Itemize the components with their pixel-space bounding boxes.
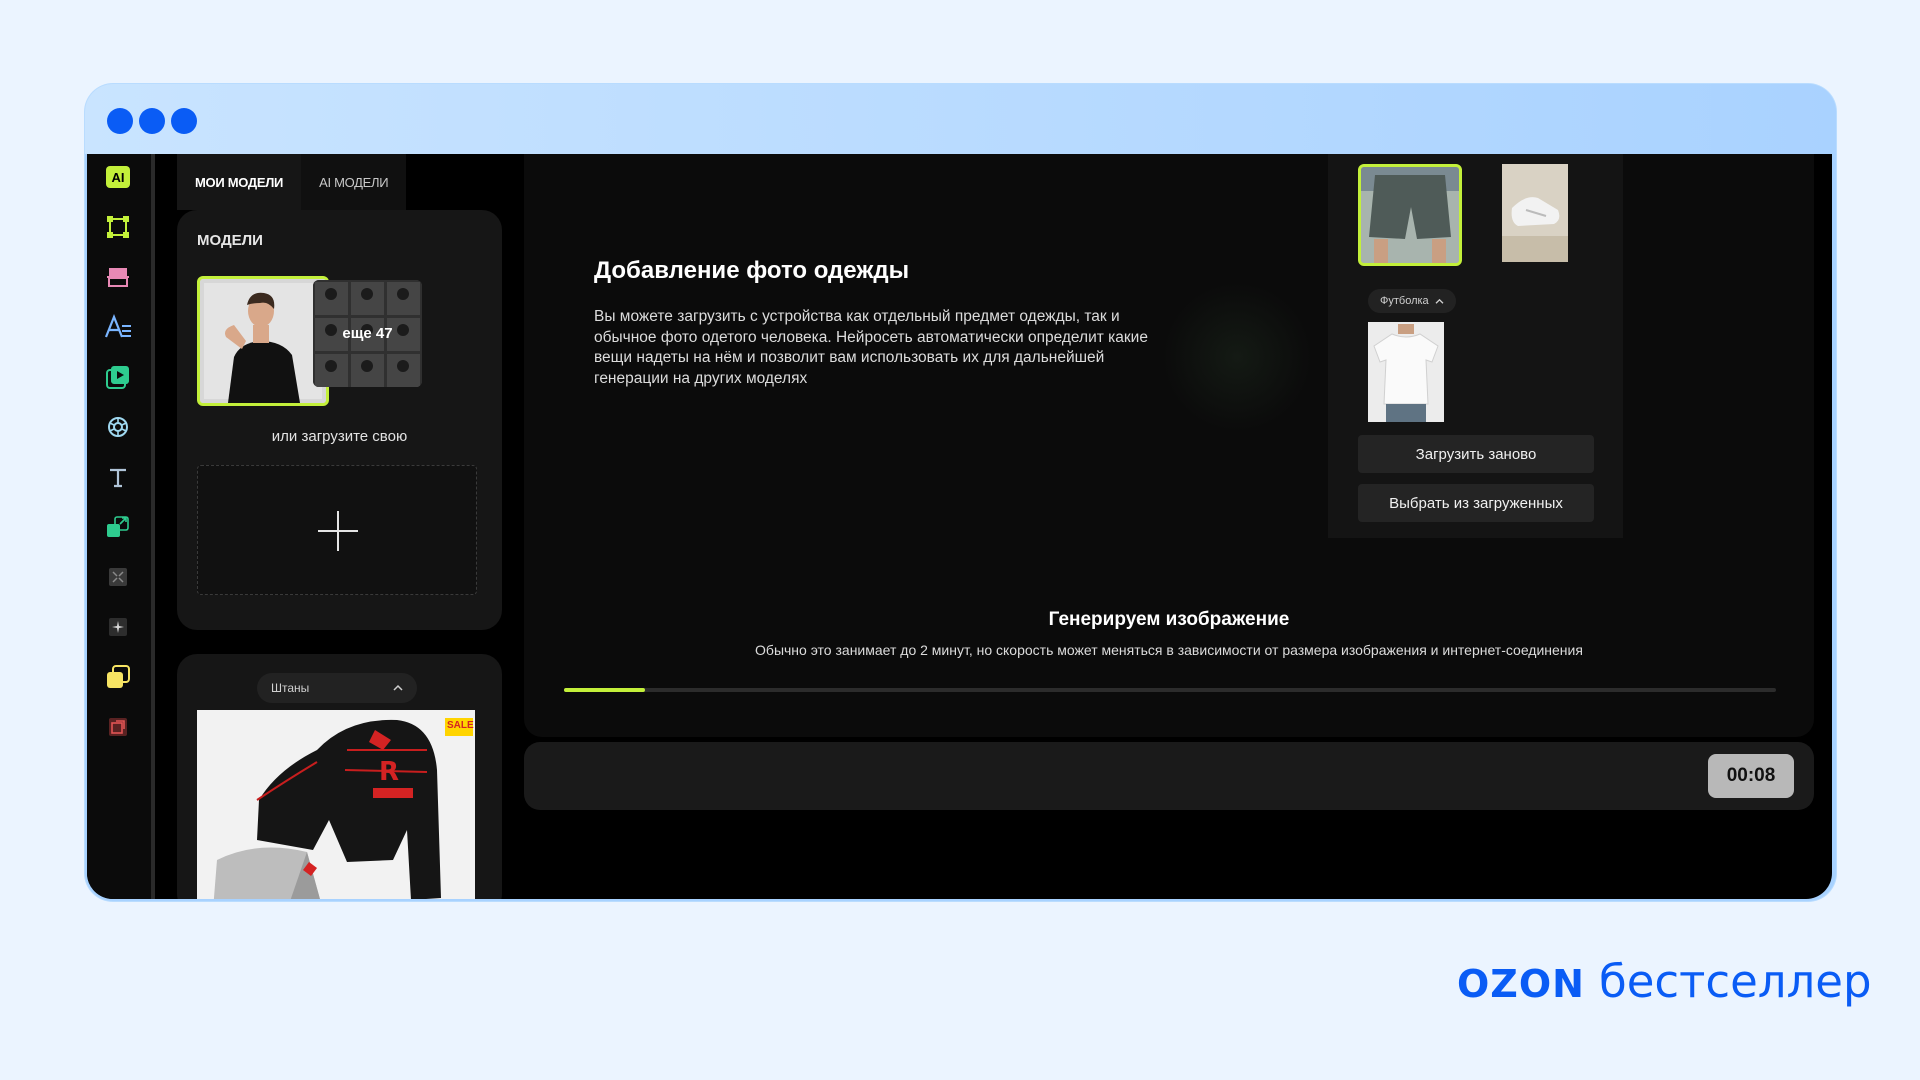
generating-title: Генерируем изображение xyxy=(1048,609,1290,630)
ozon-logo-text: OZON xyxy=(1457,962,1585,1006)
resize-icon[interactable] xyxy=(103,512,133,542)
reupload-button[interactable]: Загрузить заново xyxy=(1358,435,1594,473)
tab-my-models[interactable]: МОИ МОДЕЛИ xyxy=(177,154,302,210)
tab-ai-models[interactable]: AI МОДЕЛИ xyxy=(301,154,407,210)
garment-type-dropdown[interactable]: Штаны xyxy=(257,673,417,703)
ai-logo-icon[interactable]: AI xyxy=(103,162,133,192)
upload-own-label: или загрузите свою xyxy=(271,428,408,445)
detected-item-tshirt[interactable] xyxy=(1368,322,1444,422)
garment-chip-label: Футболка xyxy=(1380,295,1429,307)
ai-logo-label: AI xyxy=(106,166,130,188)
generation-progress-bar xyxy=(564,688,1776,692)
expand-icon[interactable] xyxy=(103,562,133,592)
app-window: AI МОИ МОДЕЛИ AI МОДЕЛИ МОДЕЛИ еще 47 ил… xyxy=(85,84,1836,901)
layout-icon[interactable] xyxy=(103,262,133,292)
models-panel: МОИ МОДЕЛИ AI МОДЕЛИ МОДЕЛИ еще 47 или з… xyxy=(177,154,502,899)
window-dot-close[interactable] xyxy=(107,108,133,134)
model-tabs: МОИ МОДЕЛИ AI МОДЕЛИ xyxy=(177,154,407,210)
upload-dropzone[interactable] xyxy=(197,465,477,595)
crop-icon[interactable] xyxy=(103,212,133,242)
elapsed-timer: 00:08 xyxy=(1708,754,1794,798)
openai-icon[interactable] xyxy=(103,412,133,442)
more-models-tile[interactable]: еще 47 xyxy=(313,280,422,387)
garment-type-label: Штаны xyxy=(271,681,310,695)
sparkle-icon[interactable] xyxy=(103,612,133,642)
sale-badge: SALE xyxy=(447,720,474,731)
main-content: Добавление фото одежды Вы можете загрузи… xyxy=(524,154,1814,737)
choose-uploaded-button[interactable]: Выбрать из загруженных xyxy=(1358,484,1594,522)
detected-item-sneakers[interactable] xyxy=(1502,164,1568,262)
page-description: Вы можете загрузить с устройства как отд… xyxy=(594,308,1148,387)
page-title: Добавление фото одежды xyxy=(594,257,910,284)
chevron-up-icon xyxy=(1435,298,1444,304)
svg-text:R: R xyxy=(379,757,399,787)
bottom-bar: 00:08 xyxy=(524,742,1814,810)
models-card: МОДЕЛИ еще 47 или загрузите свою xyxy=(177,210,502,630)
layers-icon[interactable] xyxy=(103,662,133,692)
model-thumbnail-selected[interactable] xyxy=(197,276,329,406)
chevron-up-icon xyxy=(393,684,403,691)
more-models-label: еще 47 xyxy=(342,325,393,342)
bestseller-logo-text: бестселлер xyxy=(1598,955,1872,1008)
detected-item-shorts[interactable] xyxy=(1358,164,1462,266)
ozon-bestseller-logo: OZON бестселлер xyxy=(1457,955,1872,1008)
garment-card: Штаны R SALE xyxy=(177,654,502,899)
garment-chip-tshirt[interactable]: Футболка xyxy=(1368,289,1456,313)
generating-subtitle: Обычно это занимает до 2 минут, но скоро… xyxy=(755,642,1583,658)
generation-progress-fill xyxy=(564,688,646,692)
window-dot-minimize[interactable] xyxy=(139,108,165,134)
window-dot-maximize[interactable] xyxy=(171,108,197,134)
models-heading: МОДЕЛИ xyxy=(197,232,263,249)
loading-glow xyxy=(1162,282,1312,432)
window-titlebar xyxy=(85,84,1836,154)
plus-icon xyxy=(318,511,358,551)
app-screen: AI МОИ МОДЕЛИ AI МОДЕЛИ МОДЕЛИ еще 47 ил… xyxy=(87,154,1832,899)
font-icon[interactable] xyxy=(103,312,133,342)
photo-icon[interactable] xyxy=(103,712,133,742)
tool-rail: AI xyxy=(87,154,151,899)
video-icon[interactable] xyxy=(103,362,133,392)
text-icon[interactable] xyxy=(103,462,133,492)
garment-product-image[interactable]: R SALE xyxy=(197,710,475,899)
detected-items-panel: Футболка Загрузить заново Выбрать из заг… xyxy=(1328,154,1623,538)
rail-divider xyxy=(151,154,155,899)
